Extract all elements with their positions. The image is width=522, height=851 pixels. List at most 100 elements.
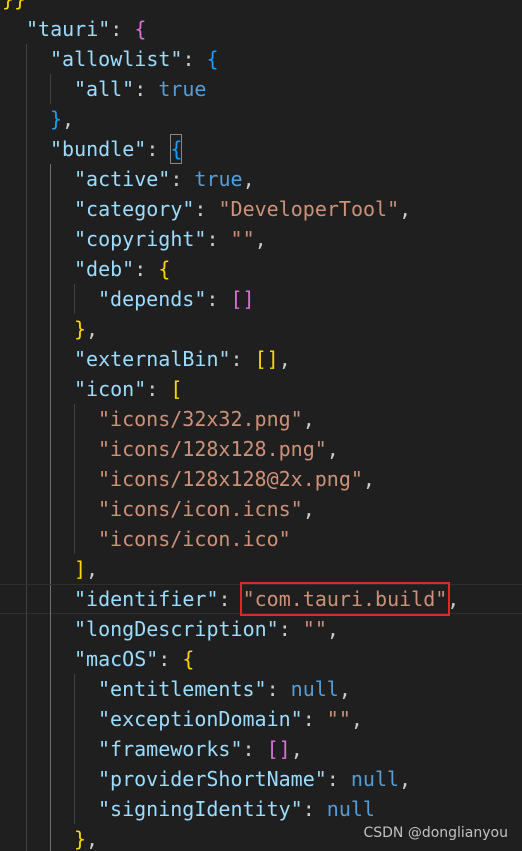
indent-guide <box>50 284 51 314</box>
indent-guide <box>26 704 27 734</box>
code-line-content: "active": true, <box>74 164 255 194</box>
code-line-content: "tauri": { <box>26 14 146 44</box>
code-token: [] <box>230 287 255 311</box>
code-token: "entitlements" <box>98 677 267 701</box>
code-line[interactable]: "icons/128x128@2x.png", <box>0 464 522 494</box>
code-token: : <box>266 677 291 701</box>
code-line[interactable]: "providerShortName": null, <box>0 764 522 794</box>
code-line-content: "frameworks": [], <box>98 734 303 764</box>
code-token: , <box>242 167 255 191</box>
indent-guide <box>74 794 75 824</box>
code-token: : <box>302 707 327 731</box>
code-line-content: "all": true <box>74 74 206 104</box>
indent-guide <box>50 164 51 194</box>
code-token: "bundle" <box>50 137 147 161</box>
indent-guide <box>50 194 51 224</box>
code-line[interactable]: "signingIdentity": null <box>0 794 522 824</box>
code-line-content: ], <box>74 554 98 584</box>
code-line[interactable]: "icons/32x32.png", <box>0 404 522 434</box>
indent-guide <box>26 284 27 314</box>
code-editor[interactable]: }}"tauri": {"allowlist": {"all": true},"… <box>0 0 522 851</box>
code-line-content: "signingIdentity": null <box>98 794 375 824</box>
code-line[interactable]: "icons/128x128.png", <box>0 434 522 464</box>
code-token: ] <box>74 557 87 581</box>
indent-guide <box>74 284 75 314</box>
watermark: CSDN @donglianyou <box>363 825 508 841</box>
indent-guide <box>74 674 75 704</box>
code-line-content: "icons/128x128.png", <box>98 434 339 464</box>
indent-guide <box>50 585 51 615</box>
code-token: , <box>278 347 291 371</box>
code-token: , <box>399 197 412 221</box>
code-token: : <box>230 347 255 371</box>
indent-guide <box>50 434 51 464</box>
code-line[interactable]: "icon": [ <box>0 374 522 404</box>
indent-guide <box>50 494 51 524</box>
code-token: "signingIdentity" <box>98 797 303 821</box>
code-line-content: "deb": { <box>74 254 170 284</box>
code-line-content: "exceptionDomain": "", <box>98 704 363 734</box>
code-line[interactable]: }, <box>0 104 522 134</box>
code-token: "icon" <box>74 377 147 401</box>
indent-guide <box>26 585 27 615</box>
code-token: : <box>170 167 195 191</box>
code-token: "DeveloperTool" <box>218 197 400 221</box>
code-line[interactable]: "allowlist": { <box>0 44 522 74</box>
code-line[interactable]: "longDescription": "", <box>0 614 522 644</box>
code-token: : <box>326 767 351 791</box>
code-line-content: "category": "DeveloperTool", <box>74 194 411 224</box>
indent-guide <box>50 614 51 644</box>
code-line-content: "icons/128x128@2x.png", <box>98 464 375 494</box>
code-line[interactable]: "entitlements": null, <box>0 674 522 704</box>
indent-guide <box>26 674 27 704</box>
code-token: true <box>194 167 243 191</box>
indent-guide <box>50 704 51 734</box>
code-token: : <box>278 617 303 641</box>
code-line[interactable]: "category": "DeveloperTool", <box>0 194 522 224</box>
code-token: null <box>326 797 375 821</box>
code-token: "copyright" <box>74 227 207 251</box>
code-token: : <box>134 77 159 101</box>
code-line[interactable]: "identifier": "com.tauri.build", <box>0 582 522 616</box>
code-line-content: "bundle": { <box>50 134 183 164</box>
code-line[interactable]: "tauri": { <box>0 14 522 44</box>
indent-guide <box>26 464 27 494</box>
code-line[interactable]: }, <box>0 314 522 344</box>
code-line[interactable]: "active": true, <box>0 164 522 194</box>
code-token: , <box>86 827 99 851</box>
code-line[interactable]: "externalBin": [], <box>0 344 522 374</box>
code-line[interactable]: "depends": [] <box>0 284 522 314</box>
indent-guide <box>50 644 51 674</box>
code-line-content: "entitlements": null, <box>98 674 351 704</box>
indent-guide <box>50 254 51 284</box>
indent-guide <box>50 824 51 851</box>
code-line[interactable]: "all": true <box>0 74 522 104</box>
indent-guide <box>50 224 51 254</box>
code-line[interactable]: "bundle": { <box>0 134 522 164</box>
indent-guide <box>26 194 27 224</box>
code-token: "macOS" <box>74 647 159 671</box>
code-line[interactable]: }} <box>0 0 522 14</box>
code-line[interactable]: "icons/icon.ico" <box>0 524 522 554</box>
code-token: "providerShortName" <box>98 767 327 791</box>
code-token: "icons/icon.icns" <box>98 497 303 521</box>
code-line[interactable]: "macOS": { <box>0 644 522 674</box>
code-token: }} <box>2 0 26 14</box>
code-line[interactable]: "icons/icon.icns", <box>0 494 522 524</box>
code-line-content: "macOS": { <box>74 644 194 674</box>
indent-guide <box>26 524 27 554</box>
code-token: [] <box>266 737 291 761</box>
code-line-content: "icon": [ <box>74 374 182 404</box>
code-line[interactable]: "exceptionDomain": "", <box>0 704 522 734</box>
code-line[interactable]: "copyright": "", <box>0 224 522 254</box>
code-token: , <box>86 317 99 341</box>
code-line[interactable]: ], <box>0 554 522 584</box>
code-token: "active" <box>74 167 171 191</box>
code-line[interactable]: "deb": { <box>0 254 522 284</box>
indent-guide <box>50 554 51 584</box>
code-line-content: }} <box>2 0 26 14</box>
code-line[interactable]: "frameworks": [], <box>0 734 522 764</box>
code-token: , <box>399 767 412 791</box>
indent-guide <box>74 524 75 554</box>
indent-guide <box>26 644 27 674</box>
